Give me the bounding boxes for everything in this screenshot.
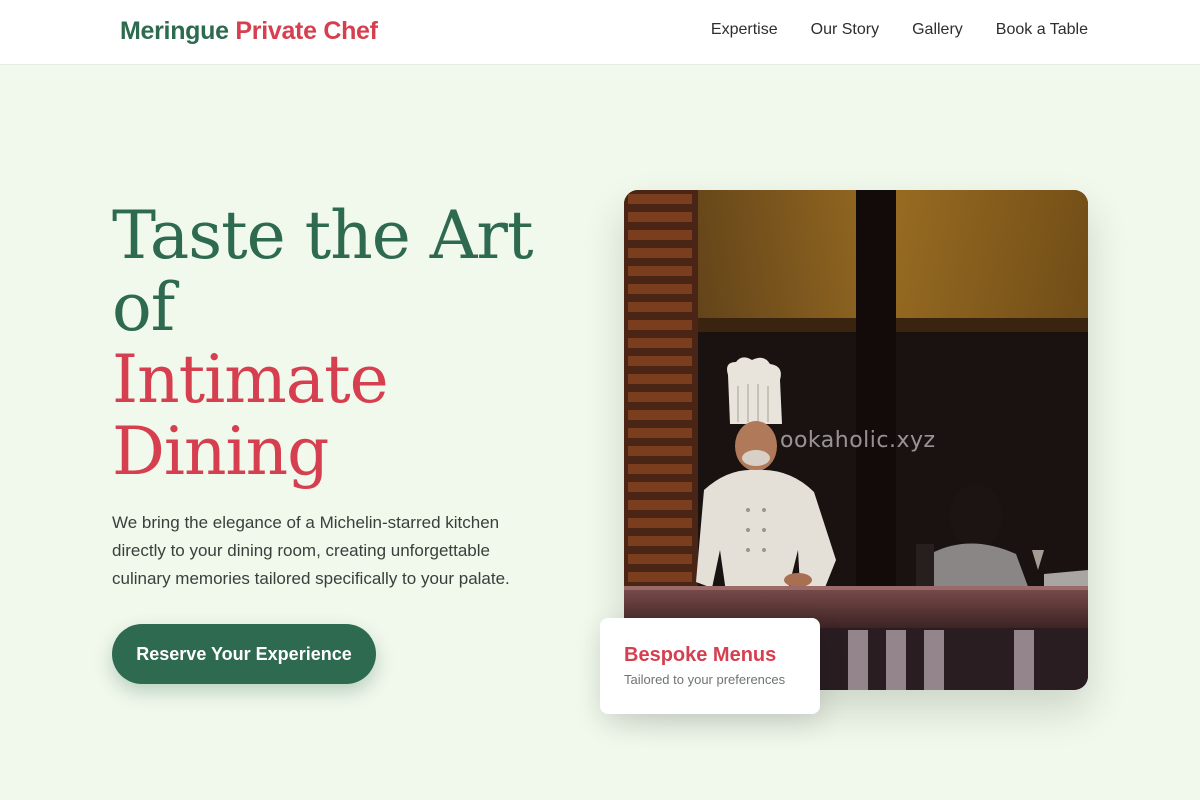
headline-line-2: of — [112, 269, 175, 346]
nav-link-gallery[interactable]: Gallery — [912, 21, 963, 39]
card-subtitle: Tailored to your preferences — [624, 672, 786, 687]
reserve-experience-button[interactable]: Reserve Your Experience — [112, 624, 376, 684]
nav-link-expertise[interactable]: Expertise — [711, 21, 778, 39]
hero-description: We bring the elegance of a Michelin-star… — [112, 513, 510, 588]
card-title: Bespoke Menus — [624, 644, 777, 666]
site-header: Meringue Private Chef Expertise Our Stor… — [0, 0, 1200, 65]
main-nav: Expertise Our Story Gallery Book a Table — [711, 21, 1088, 39]
brand-name-part1: Meringue — [120, 17, 229, 45]
nav-link-our-story[interactable]: Our Story — [811, 21, 879, 39]
headline-line-1: Taste the Art — [112, 197, 533, 274]
brand-logo[interactable]: Meringue Private Chef — [120, 17, 378, 46]
brand-name-part2: Private Chef — [235, 17, 378, 45]
headline-line-4: Dining — [112, 413, 329, 490]
nav-link-book-a-table[interactable]: Book a Table — [996, 21, 1088, 39]
image-watermark: ookaholic.xyz — [780, 428, 936, 453]
headline-line-3: Intimate — [112, 341, 389, 418]
bespoke-menus-card: Bespoke Menus Tailored to your preferenc… — [600, 618, 820, 714]
hero-headline: Taste the Art of Intimate Dining — [112, 200, 562, 488]
